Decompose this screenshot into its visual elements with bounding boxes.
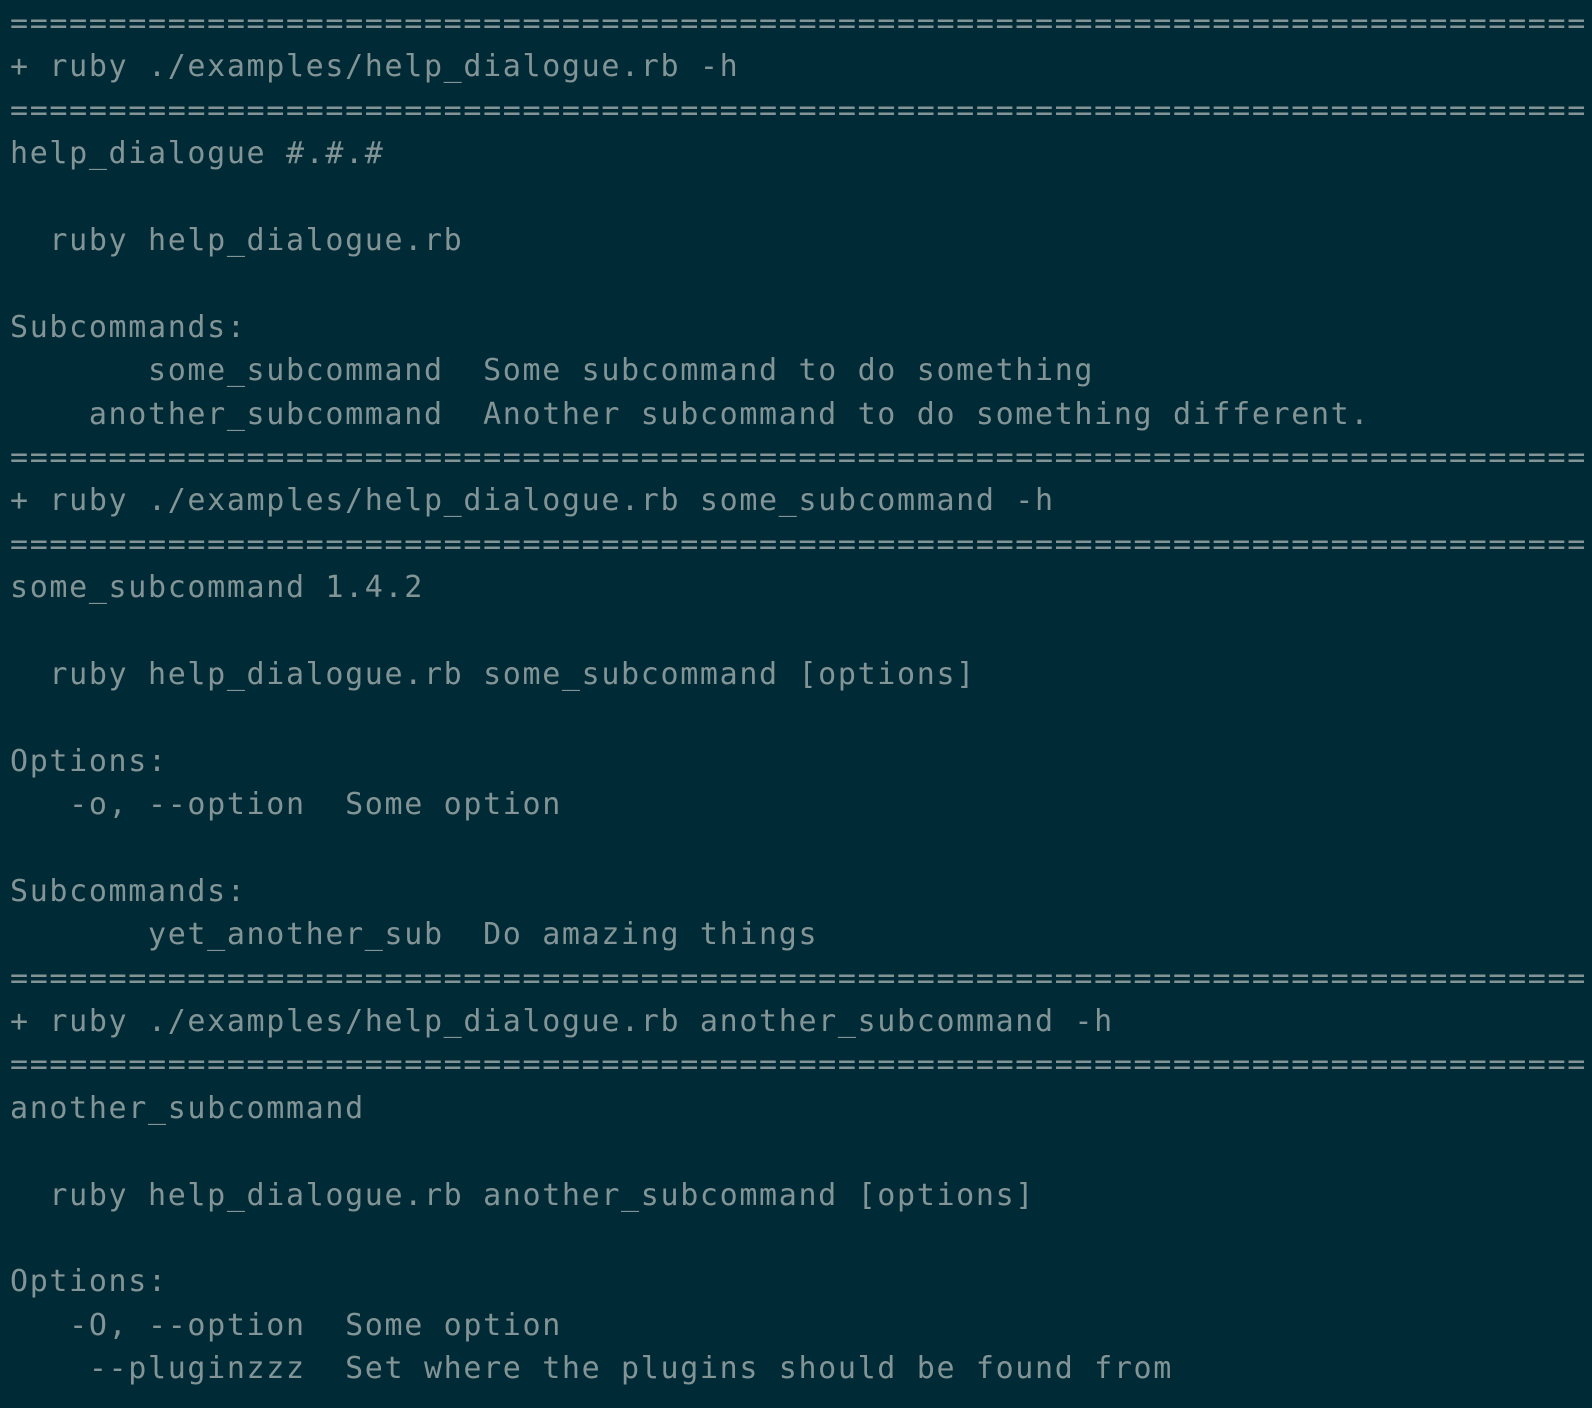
- command-line: + ruby ./examples/help_dialogue.rb -h: [10, 49, 740, 85]
- output-line: Options:: [10, 1264, 168, 1300]
- output-line: -o, --option Some option: [10, 787, 562, 823]
- separator-line: ========================================…: [10, 92, 1587, 128]
- output-line: Subcommands:: [10, 309, 247, 345]
- separator-line: ========================================…: [10, 526, 1587, 562]
- separator-line: ========================================…: [10, 6, 1587, 41]
- terminal-output: ========================================…: [10, 2, 1592, 1391]
- output-line: another_subcommand Another subcommand to…: [10, 396, 1371, 432]
- output-line: some_subcommand 1.4.2: [10, 570, 424, 606]
- separator-line: ========================================…: [10, 1047, 1587, 1083]
- output-line: another_subcommand: [10, 1090, 365, 1126]
- output-line: ruby help_dialogue.rb: [10, 222, 464, 258]
- command-line: + ruby ./examples/help_dialogue.rb anoth…: [10, 1003, 1114, 1039]
- output-line: Subcommands:: [10, 873, 247, 909]
- output-line: help_dialogue #.#.#: [10, 136, 385, 172]
- command-line: + ruby ./examples/help_dialogue.rb some_…: [10, 483, 1055, 519]
- output-line: some_subcommand Some subcommand to do so…: [10, 353, 1095, 389]
- output-line: -O, --option Some option: [10, 1307, 562, 1343]
- terminal-window[interactable]: ========================================…: [0, 0, 1592, 1408]
- separator-line: ========================================…: [10, 439, 1587, 475]
- output-line: yet_another_sub Do amazing things: [10, 917, 819, 953]
- separator-line: ========================================…: [10, 960, 1587, 996]
- output-line: ruby help_dialogue.rb some_subcommand [o…: [10, 656, 976, 692]
- output-line: Options:: [10, 743, 168, 779]
- output-line: ruby help_dialogue.rb another_subcommand…: [10, 1177, 1035, 1213]
- output-line: --pluginzzz Set where the plugins should…: [10, 1351, 1173, 1387]
